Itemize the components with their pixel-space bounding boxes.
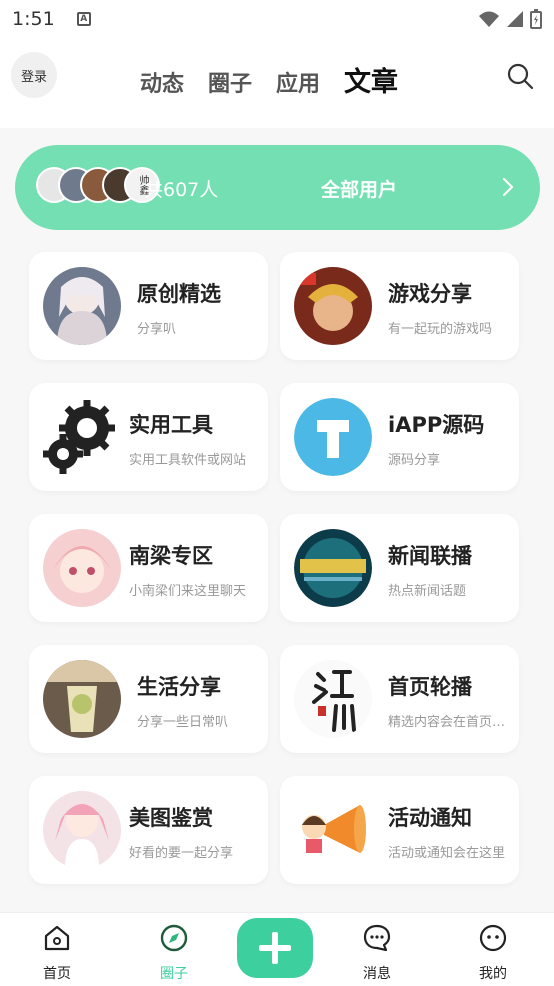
notification-icon: A xyxy=(76,12,91,26)
category-card[interactable]: 新闻联播 热点新闻话题 xyxy=(280,514,519,622)
plus-icon xyxy=(259,932,291,964)
compass-icon xyxy=(160,924,188,952)
category-card[interactable]: 生活分享 分享一些日常叭 xyxy=(29,645,268,753)
chevron-right-icon xyxy=(502,177,514,197)
category-card[interactable]: 实用工具 实用工具软件或网站 xyxy=(29,383,268,491)
card-title: 活动通知 xyxy=(388,806,472,830)
game-hero-avatar xyxy=(294,267,372,345)
card-title: 美图鉴赏 xyxy=(129,806,213,830)
nav-label: 我的 xyxy=(479,966,507,982)
category-card[interactable]: 原创精选 分享叭 xyxy=(29,252,268,360)
nav-circles[interactable]: 圈子 xyxy=(134,913,214,986)
card-title: 首页轮播 xyxy=(388,675,472,699)
nav-home[interactable]: 首页 xyxy=(17,913,97,986)
category-card[interactable]: 南梁专区 小南梁们来这里聊天 xyxy=(29,514,268,622)
chat-icon xyxy=(363,924,391,952)
nav-label: 消息 xyxy=(363,966,391,982)
iapp-logo-icon xyxy=(294,398,372,476)
card-desc: 活动或通知会在这里 xyxy=(388,846,506,861)
drink-photo-avatar xyxy=(43,660,121,738)
status-time: 1:51 xyxy=(12,8,55,30)
home-icon xyxy=(44,925,70,951)
calligraphy-avatar xyxy=(294,660,372,738)
card-desc: 分享一些日常叭 xyxy=(137,715,229,730)
tab-dynamic[interactable]: 动态 xyxy=(140,66,184,98)
publish-button[interactable] xyxy=(237,918,313,978)
category-card[interactable]: 首页轮播 精选内容会在首页轮播 xyxy=(280,645,519,753)
user-count: 共607人 xyxy=(144,179,219,201)
battery-icon xyxy=(530,9,542,29)
search-icon[interactable] xyxy=(506,62,534,90)
tab-apps[interactable]: 应用 xyxy=(276,66,320,98)
card-desc: 实用工具软件或网站 xyxy=(129,453,247,468)
megaphone-girl-avatar xyxy=(294,791,372,869)
card-title: 游戏分享 xyxy=(388,282,472,306)
card-title: iAPP源码 xyxy=(388,413,485,437)
tab-circles[interactable]: 圈子 xyxy=(208,66,252,98)
top-nav: 登录 动态 圈子 应用 文章 xyxy=(0,38,554,128)
category-card[interactable]: 美图鉴赏 好看的要一起分享 xyxy=(29,776,268,884)
card-desc: 有一起玩的游戏吗 xyxy=(388,322,493,337)
card-title: 生活分享 xyxy=(137,675,221,699)
user-avatars: 帅鑫 xyxy=(36,167,160,207)
card-title: 南梁专区 xyxy=(129,544,213,568)
login-button[interactable]: 登录 xyxy=(11,52,57,98)
all-users-bar[interactable]: 帅鑫 共607人 全部用户 xyxy=(15,145,540,230)
category-card[interactable]: 活动通知 活动或通知会在这里 xyxy=(280,776,519,884)
card-desc: 好看的要一起分享 xyxy=(129,846,234,861)
status-bar: 1:51 A xyxy=(0,0,554,38)
anime-pink-avatar xyxy=(43,791,121,869)
category-card[interactable]: iAPP源码 源码分享 xyxy=(280,383,519,491)
header-tabs: 动态 圈子 应用 文章 xyxy=(140,60,398,99)
pink-girl-avatar xyxy=(43,529,121,607)
status-icons xyxy=(478,9,542,29)
gears-icon xyxy=(43,398,121,476)
nav-label: 圈子 xyxy=(160,966,188,982)
card-title: 实用工具 xyxy=(129,413,213,437)
all-users-label: 全部用户 xyxy=(321,179,398,201)
signal-icon xyxy=(507,11,523,27)
category-card[interactable]: 游戏分享 有一起玩的游戏吗 xyxy=(280,252,519,360)
nav-messages[interactable]: 消息 xyxy=(337,913,417,986)
card-title: 新闻联播 xyxy=(388,544,472,568)
card-desc: 小南梁们来这里聊天 xyxy=(129,584,247,599)
card-desc: 精选内容会在首页轮播 xyxy=(388,715,510,730)
face-icon xyxy=(479,924,507,952)
nav-profile[interactable]: 我的 xyxy=(453,913,533,986)
card-desc: 分享叭 xyxy=(137,322,177,337)
card-desc: 热点新闻话题 xyxy=(388,584,467,599)
card-title: 原创精选 xyxy=(137,282,221,306)
nav-label: 首页 xyxy=(43,966,71,982)
news-logo-avatar xyxy=(294,529,372,607)
tab-articles[interactable]: 文章 xyxy=(344,60,398,99)
card-desc: 源码分享 xyxy=(388,453,441,468)
wifi-icon xyxy=(479,11,499,27)
anime-girl-avatar xyxy=(43,267,121,345)
